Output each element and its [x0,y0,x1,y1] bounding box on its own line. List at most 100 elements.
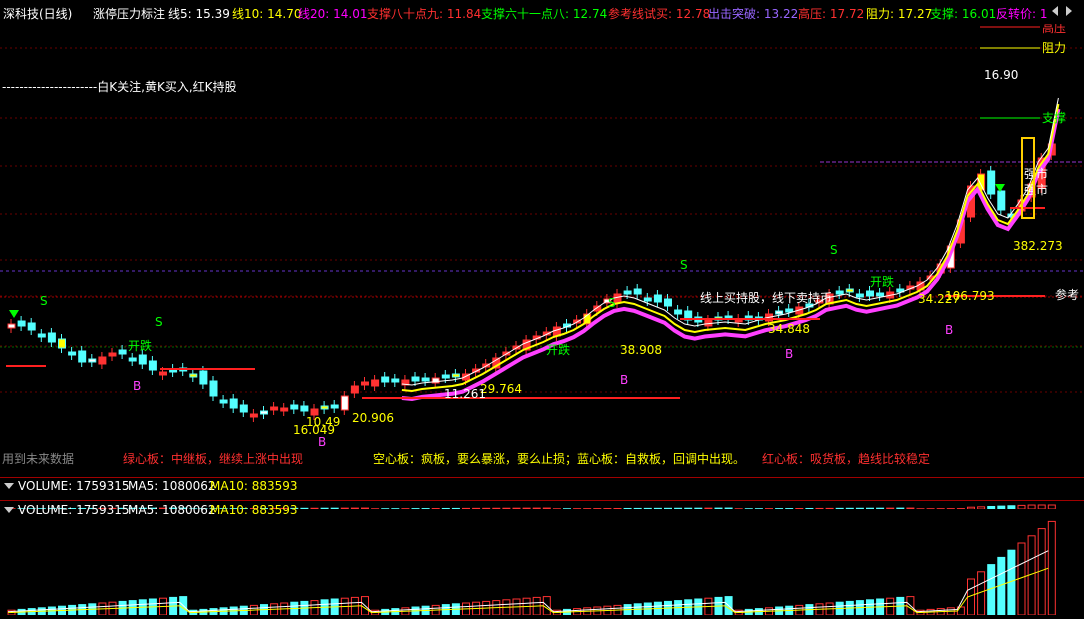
candle-body [240,405,247,412]
future-data-note: 用到未来数据 [2,450,74,467]
candle-body [675,310,682,314]
header-item-ma20: 线20: 14.01 [298,5,367,22]
candle-body [79,351,86,362]
candle-body [665,299,672,306]
header-item-breakout: 出击突破: 13.22 [708,5,798,22]
candle-body [220,400,227,403]
volume-header-1: VOLUME: 1759315 MA5: 1080062 MA10: 88359… [0,477,1084,495]
volume-pane-2[interactable] [0,517,1084,615]
price-label: 34.227 [918,292,960,306]
price-label: 38.908 [620,343,662,357]
candle-body [301,406,308,411]
note-hollow-board-text: 空心板：疯板，要么暴涨，要么止损；蓝心板：自救板，回调中出现。 [373,452,745,466]
header-item-reversal: 反转价: 1 [996,5,1048,22]
note-green-board: 绿心板：中继板，继续上涨中出现 [123,450,303,467]
side-label-resistance: 阻力 [1042,41,1066,55]
candle-body [776,311,783,314]
candle-body [382,377,389,382]
volume-2-value: VOLUME: 1759315 [18,503,130,517]
signal-sell-marker: S [830,243,838,257]
candle-body [89,359,96,362]
signal-buy-marker: B [785,347,793,361]
signal-sell-marker: S [680,258,688,272]
signal-sell-marker: S [40,294,48,308]
candle-body [149,361,156,370]
candle-body [59,339,66,348]
volume-1-ma5: MA5: 1080062 [128,479,216,493]
header-item-ma10: 线10: 14.70 [232,5,301,22]
signal-buy-marker: B [318,435,326,449]
price-label: 10.49 [306,415,340,429]
signal-buy-marker: B [620,373,628,387]
volume-bar [1048,521,1055,615]
header-item-support: 支撑: 16.01 [930,5,996,22]
candle-body [48,333,55,342]
ma20-line [402,109,1059,399]
candle-body [291,405,298,409]
header-item-ma5: 线5: 15.39 [168,5,230,22]
candle-body [372,380,379,386]
price-label: 382.273 [1013,239,1063,253]
volume-2-svg [0,517,1084,615]
candle-body [644,298,651,301]
candle-body [129,358,136,361]
note-hollow-board: 空心板：疯板，要么暴涨，要么止损；蓝心板：自救板，回调中出现。 [373,450,745,467]
volume-2-ma10: MA10: 883593 [210,503,298,517]
candle-body [28,323,35,330]
scroll-right-button[interactable] [1049,4,1075,21]
signal-buy-marker: B [133,379,141,393]
price-label: 20.906 [352,411,394,425]
candle-body [867,291,874,296]
volume-1-value: VOLUME: 1759315 [18,479,130,493]
candle-body [351,386,358,393]
candle-body [856,294,863,297]
price-label: 34.848 [768,322,810,336]
candle-body [69,352,76,355]
candle-body [18,321,25,326]
candle-body [422,378,429,381]
candle-body [786,309,793,312]
candle-body [8,324,15,328]
label-strong-market: 强市 [1024,166,1048,181]
volume-ma5-line [8,551,1048,612]
side-label-support: 支撑 [1042,110,1066,125]
candle-body [654,295,661,302]
header-item-high-pressure: 高压: 17.72 [798,5,864,22]
price-label: 29.764 [480,382,522,396]
candle-body [624,291,631,294]
signal-sell-marker: S [608,296,616,310]
price-chart-pane[interactable]: 高压阻力支撑强市强市参考开跌开跌开跌线上买持股，线下卖持币16.90382.27… [0,24,1084,477]
header-item-support-809: 支撑八十点九: 11.84 [367,5,481,22]
label-kaidie: 开跌 [870,274,894,289]
candle-body [160,372,167,375]
candle-body [99,357,106,364]
candle-body [988,171,995,194]
candle-body [998,191,1005,210]
signal-sell-marker: S [155,315,163,329]
green-down-arrow-icon [9,310,19,318]
indicator-name[interactable]: 涨停压力标注 [93,5,165,22]
note-red-board: 红心板：吸货板，趋线比较稳定 [762,450,930,467]
candle-body [321,406,328,409]
price-label: 16.90 [984,68,1018,82]
note-red-board-text: 红心板：吸货板，趋线比较稳定 [762,452,930,466]
label-kaidie: 开跌 [546,342,570,357]
label-strong-market-2: 强市 [1024,182,1048,197]
volume-2-ma5: MA5: 1080062 [128,503,216,517]
candle-body [200,371,207,384]
side-label-high-pressure: 高压 [1042,24,1066,35]
volume-1-ma10: MA10: 883593 [210,479,298,493]
candle-body [271,407,278,410]
candle-body [877,293,884,296]
header-item-reference-buy: 参考线试买: 12.78 [608,5,710,22]
volume-ma10-line [8,568,1048,612]
candle-body [594,306,601,311]
candle-body [281,408,288,411]
chart-title[interactable]: 深科技(日线) [3,5,72,22]
header-item-resistance: 阻力: 17.27 [866,5,932,22]
candle-body [836,291,843,294]
candle-body [139,355,146,364]
indicator-header-bar: 深科技(日线) 涨停压力标注 线5: 15.39 线10: 14.70 线20:… [0,0,1084,24]
candle-body [341,396,348,410]
candle-body [119,350,126,354]
